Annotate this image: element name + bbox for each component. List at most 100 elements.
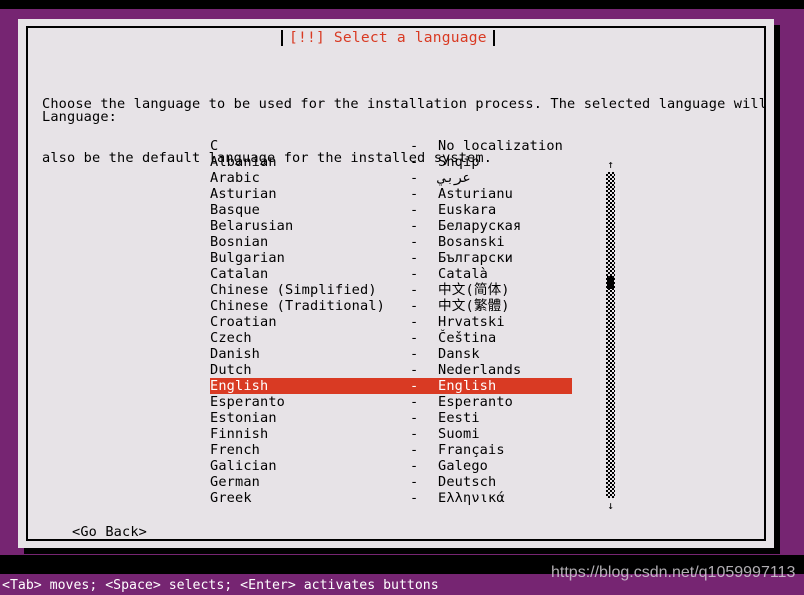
language-list-item[interactable]: Chinese (Simplified) - 中文(简体) — [210, 282, 762, 298]
language-name: Catalan — [210, 266, 269, 282]
language-name: Estonian — [210, 410, 277, 426]
language-list-scrollbar[interactable]: ↑ ↓ — [606, 138, 615, 512]
language-list-item[interactable]: Asturian - Asturianu — [210, 186, 762, 202]
language-separator: - — [410, 394, 419, 410]
language-native-name: Ελληνικά — [438, 490, 505, 506]
language-field-label: Language: — [42, 109, 118, 125]
language-list-item[interactable]: Bulgarian - Български — [210, 250, 762, 266]
language-native-name: Shqip — [438, 154, 480, 170]
language-native-name: Català — [438, 266, 489, 282]
language-native-name: Български — [438, 250, 514, 266]
language-name: Bulgarian — [210, 250, 286, 266]
language-native-name: English — [438, 378, 497, 394]
language-name: Croatian — [210, 314, 277, 330]
language-native-name: Bosanski — [438, 234, 505, 250]
language-separator: - — [410, 202, 419, 218]
language-separator: - — [410, 250, 419, 266]
language-list-item[interactable]: Arabic - عربي — [210, 170, 762, 186]
language-native-name: Čeština — [438, 330, 497, 346]
language-separator: - — [410, 410, 419, 426]
watermark-text: https://blog.csdn.net/q1059997113 — [551, 564, 796, 581]
language-list-item[interactable]: Catalan - Català — [210, 266, 762, 282]
language-name: Belarusian — [210, 218, 294, 234]
language-separator: - — [410, 330, 419, 346]
language-separator: - — [410, 154, 419, 170]
language-separator: - — [410, 170, 419, 186]
language-native-name: Беларуская — [438, 218, 522, 234]
language-name: French — [210, 442, 261, 458]
language-name: Esperanto — [210, 394, 286, 410]
title-right-separator — [492, 30, 495, 46]
installer-screen: [!!] Select a language Choose the langua… — [0, 0, 804, 595]
language-native-name: Asturianu — [438, 186, 514, 202]
dialog-title-bar: [!!] Select a language — [281, 28, 495, 48]
language-list-item[interactable]: English - English — [210, 378, 572, 394]
language-list-item[interactable]: French - Français — [210, 442, 762, 458]
language-list-item[interactable]: Chinese (Traditional) - 中文(繁體) — [210, 298, 762, 314]
language-name: Dutch — [210, 362, 252, 378]
language-native-name: عربي — [438, 170, 471, 186]
language-separator: - — [410, 298, 419, 314]
language-name: Asturian — [210, 186, 277, 202]
language-name: Greek — [210, 490, 252, 506]
scroll-up-arrow-icon[interactable]: ↑ — [606, 159, 615, 171]
language-name: Danish — [210, 346, 261, 362]
language-native-name: Deutsch — [438, 474, 497, 490]
language-name: Finnish — [210, 426, 269, 442]
language-native-name: Dansk — [438, 346, 480, 362]
language-list-item[interactable]: Finnish - Suomi — [210, 426, 762, 442]
language-list-item[interactable]: Danish - Dansk — [210, 346, 762, 362]
language-name: Basque — [210, 202, 261, 218]
keyboard-help-text: <Tab> moves; <Space> selects; <Enter> ac… — [2, 578, 439, 593]
language-separator: - — [410, 282, 419, 298]
language-native-name: Hrvatski — [438, 314, 505, 330]
language-list-item[interactable]: Galician - Galego — [210, 458, 762, 474]
language-list-item[interactable]: Croatian - Hrvatski — [210, 314, 762, 330]
scroll-down-arrow-icon[interactable]: ↓ — [606, 500, 615, 512]
page-title: [!!] Select a language — [289, 29, 487, 46]
language-native-name: No localization — [438, 138, 564, 154]
language-list-item[interactable]: Esperanto - Esperanto — [210, 394, 762, 410]
language-name: C — [210, 138, 219, 154]
scrollbar-thumb[interactable] — [607, 276, 614, 289]
select-language-dialog: [!!] Select a language Choose the langua… — [18, 19, 774, 548]
language-list-item[interactable]: Bosnian - Bosanski — [210, 234, 762, 250]
language-separator: - — [410, 474, 419, 490]
language-list-item[interactable]: Basque - Euskara — [210, 202, 762, 218]
language-separator: - — [410, 426, 419, 442]
language-separator: - — [410, 218, 419, 234]
language-name: German — [210, 474, 261, 490]
language-native-name: Nederlands — [438, 362, 522, 378]
scrollbar-trough[interactable] — [606, 172, 615, 498]
language-list-item[interactable]: C - No localization — [210, 138, 762, 154]
language-native-name: Eesti — [438, 410, 480, 426]
language-native-name: 中文(繁體) — [438, 298, 510, 314]
language-list-item[interactable]: Estonian - Eesti — [210, 410, 762, 426]
language-name: Chinese (Simplified) — [210, 282, 377, 298]
go-back-button[interactable]: <Go Back> — [72, 523, 147, 541]
language-list-item[interactable]: Czech - Čeština — [210, 330, 762, 346]
dialog-frame: [!!] Select a language Choose the langua… — [26, 26, 768, 541]
language-separator: - — [410, 266, 419, 282]
language-native-name: Galego — [438, 458, 489, 474]
language-separator: - — [410, 458, 419, 474]
language-name: Czech — [210, 330, 252, 346]
language-list-item[interactable]: Belarusian - Беларуская — [210, 218, 762, 234]
language-name: Chinese (Traditional) — [210, 298, 386, 314]
language-name: Arabic — [210, 170, 261, 186]
language-separator: - — [410, 442, 419, 458]
language-native-name: Suomi — [438, 426, 480, 442]
language-separator: - — [410, 138, 419, 154]
language-list-item[interactable]: German - Deutsch — [210, 474, 762, 490]
language-name: Albanian — [210, 154, 277, 170]
language-name: English — [210, 378, 269, 394]
language-list-item[interactable]: Albanian - Shqip — [210, 154, 762, 170]
language-separator: - — [410, 314, 419, 330]
language-list-item[interactable]: Dutch - Nederlands — [210, 362, 762, 378]
language-separator: - — [410, 346, 419, 362]
language-list-item[interactable]: Greek - Ελληνικά — [210, 490, 762, 506]
language-list[interactable]: C - No localization Albanian - Shqip Arabic - عر… — [210, 138, 762, 510]
language-separator: - — [410, 186, 419, 202]
description-line-1: Choose the language to be used for the i… — [42, 96, 768, 112]
language-separator: - — [410, 490, 419, 506]
